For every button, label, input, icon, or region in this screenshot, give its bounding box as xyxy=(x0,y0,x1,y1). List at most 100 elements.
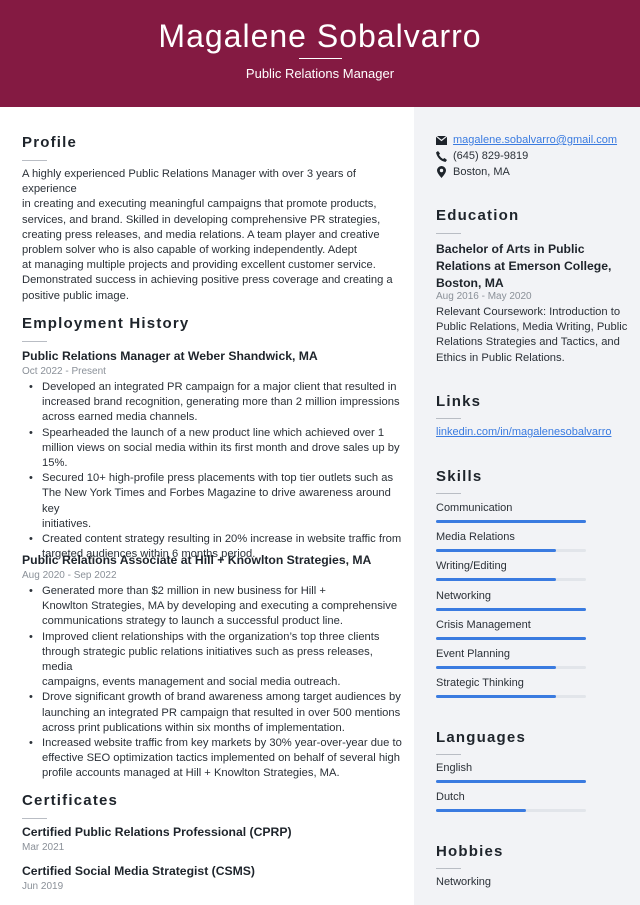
bullet-line: Created content strategy resulting in 20… xyxy=(42,533,402,546)
job-dates: Oct 2022 - Present xyxy=(22,366,106,377)
bullet-line: The New York Times and Forbes Magazine t… xyxy=(42,487,391,515)
bullet-line: 15%. xyxy=(42,457,68,470)
bullet-line: through strategic public relations initi… xyxy=(42,645,373,674)
phone-icon xyxy=(436,150,447,162)
email-link[interactable]: magalene.sobalvarro@gmail.com xyxy=(453,134,617,146)
contact-phone-row: (645) 829-9819 xyxy=(436,150,528,162)
bullet-line: million views on social media within its… xyxy=(42,441,400,454)
section-divider xyxy=(436,754,461,755)
profile-line: creating press releases, and media relat… xyxy=(22,228,380,241)
job-bullet: Generated more than $2 million in new bu… xyxy=(22,584,402,630)
job-dates: Aug 2020 - Sep 2022 xyxy=(22,570,117,581)
profile-line: Demonstrated success in achieving positi… xyxy=(22,274,393,287)
job-bullet: Improved client relationships with the o… xyxy=(22,630,402,691)
degree-title: Bachelor of Arts in Public Relations at … xyxy=(436,241,611,292)
skill-label: Event Planning xyxy=(436,648,510,660)
profile-heading: Profile xyxy=(22,134,78,151)
certificate-name: Certified Social Media Strategist (CSMS) xyxy=(22,864,255,878)
envelope-icon xyxy=(436,135,447,146)
skill-label: Writing/Editing xyxy=(436,560,507,573)
section-divider xyxy=(22,341,47,342)
profile-summary: A highly experienced Public Relations Ma… xyxy=(22,167,402,304)
section-divider xyxy=(22,160,47,161)
profile-line: in creating and executing meaningful cam… xyxy=(22,198,377,211)
description-line: Public Relations, Media Writing, Public xyxy=(436,321,628,334)
skill-label: Communication xyxy=(436,502,513,514)
profile-line: problem solver who is also capable of wo… xyxy=(22,244,357,257)
degree-line: Bachelor of Arts in Public xyxy=(436,242,585,256)
bullet-line: Developed an integrated PR campaign for … xyxy=(42,381,397,393)
bullet-line: launching an integrated PR campaign that… xyxy=(42,706,401,719)
bullet-line: communications strategy to launch a succ… xyxy=(42,615,343,628)
skill-level-fill xyxy=(436,549,556,553)
education-dates: Aug 2016 - May 2020 xyxy=(436,291,532,302)
description-line: Relevant Coursework: Introduction to xyxy=(436,306,621,318)
skill-level-fill xyxy=(436,666,556,669)
bullet-line: effective SEO optimization tactics imple… xyxy=(42,752,400,765)
skill-level-fill xyxy=(436,607,586,611)
language-label: English xyxy=(436,762,473,774)
skill-label: Networking xyxy=(436,589,492,602)
certificate-date: Mar 2021 xyxy=(22,842,65,853)
education-description: Relevant Coursework: Introduction to Pub… xyxy=(436,305,636,366)
hobbies-heading: Hobbies xyxy=(436,843,504,860)
skill-label: Crisis Management xyxy=(436,618,531,631)
bullet-line: increased brand recognition, generating … xyxy=(42,396,400,409)
profile-line: at managing multiple projects and provid… xyxy=(22,259,376,272)
candidate-title: Public Relations Manager xyxy=(245,66,395,81)
skill-level-fill xyxy=(436,695,556,699)
bullet-line: profile accounts managed at Hill + Knowl… xyxy=(42,767,340,780)
hobby-item: Networking xyxy=(436,876,492,888)
map-pin-icon xyxy=(436,166,447,178)
language-level-bar xyxy=(436,809,586,813)
phone-number: (645) 829-9819 xyxy=(453,150,529,162)
bullet-line: Generated more than $2 million in new bu… xyxy=(42,585,326,597)
language-level-fill xyxy=(436,780,586,783)
certificate-name: Certified Public Relations Professional … xyxy=(22,825,292,839)
candidate-name: Magalene Sobalvarro xyxy=(158,18,482,54)
section-divider xyxy=(22,818,47,819)
location: Boston, MA xyxy=(453,166,510,178)
profile-line: services, and brand. Skilled in developi… xyxy=(22,213,381,226)
bullet-line: Spearheaded the launch of a new product … xyxy=(42,426,385,439)
bullet-line: Drove significant growth of brand awaren… xyxy=(42,691,401,704)
job-bullet: Spearheaded the launch of a new product … xyxy=(22,426,402,472)
degree-line: Relations at Emerson College, xyxy=(436,259,612,273)
description-line: Relations Strategies and Tactics, and xyxy=(436,336,620,349)
certificate-date: Jun 2019 xyxy=(22,881,64,892)
skill-level-fill xyxy=(436,578,556,582)
bullet-line: Improved client relationships with the o… xyxy=(42,630,380,643)
education-heading: Education xyxy=(436,207,520,224)
bullet-line: across earned media channels. xyxy=(42,411,198,424)
section-divider xyxy=(436,868,461,869)
skill-level-bar xyxy=(436,520,586,523)
job-title: Public Relations Manager at Weber Shandw… xyxy=(22,349,318,363)
bullet-line: Secured 10+ high-profile press placement… xyxy=(42,472,394,485)
resume-header: Magalene Sobalvarro Public Relations Man… xyxy=(0,0,640,107)
profile-line: A highly experienced Public Relations Ma… xyxy=(22,168,356,196)
degree-line: Boston, MA xyxy=(436,276,504,290)
bullet-line: Knowlton Strategies, MA by developing an… xyxy=(42,600,398,613)
skill-level-fill xyxy=(436,520,586,523)
linkedin-link[interactable]: linkedin.com/in/magalenesobalvarro xyxy=(436,426,611,438)
language-level-fill xyxy=(436,809,526,813)
job-bullet: Secured 10+ high-profile press placement… xyxy=(22,471,402,532)
language-label: Dutch xyxy=(436,791,465,804)
description-line: Ethics in Public Relations. xyxy=(436,351,565,364)
language-level-bar xyxy=(436,780,586,783)
bullet-line: campaigns, events management and social … xyxy=(42,676,341,689)
certificates-heading: Certificates xyxy=(22,792,119,809)
links-heading: Links xyxy=(436,393,482,410)
header-divider xyxy=(299,58,342,59)
skill-label: Strategic Thinking xyxy=(436,677,524,690)
section-divider xyxy=(436,493,461,494)
skill-level-bar xyxy=(436,666,586,669)
contact-location-row: Boston, MA xyxy=(436,166,510,178)
employment-heading: Employment History xyxy=(22,315,190,332)
languages-heading: Languages xyxy=(436,729,526,746)
job-bullets: Developed an integrated PR campaign for … xyxy=(22,380,402,562)
job-bullets: Generated more than $2 million in new bu… xyxy=(22,584,402,782)
bullet-line: across print publications within six mon… xyxy=(42,721,345,734)
skills-heading: Skills xyxy=(436,468,483,485)
skill-level-fill xyxy=(436,636,586,640)
